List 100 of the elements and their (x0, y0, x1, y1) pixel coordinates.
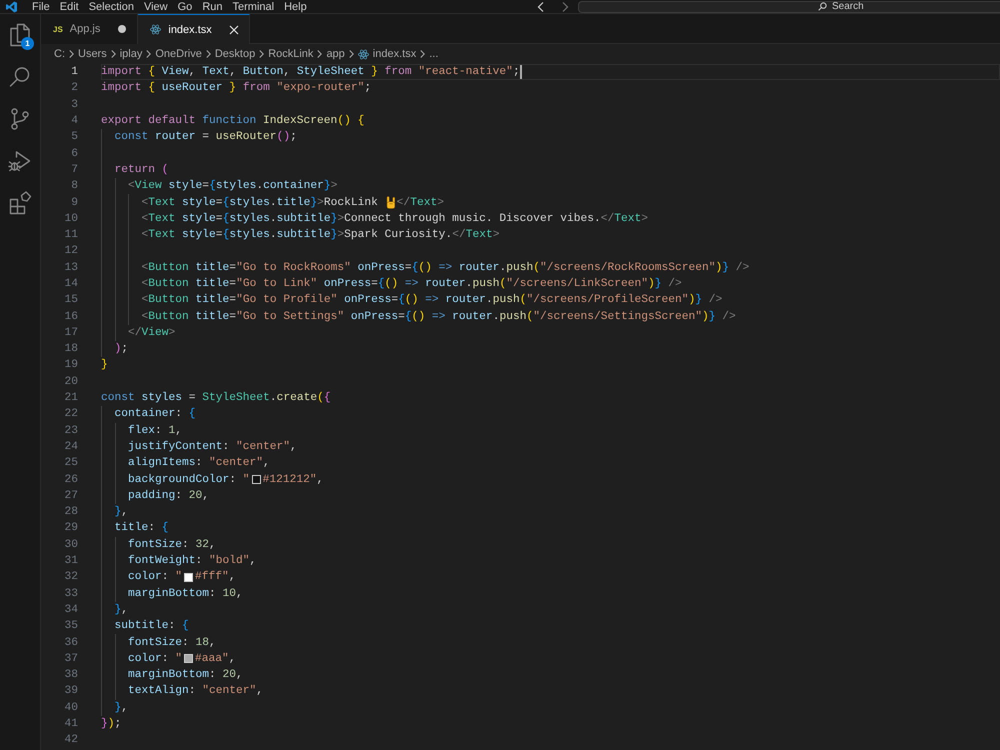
code-text: title: { (114, 522, 169, 534)
line-number: 8 (71, 180, 78, 192)
code-text: #fff", (195, 571, 236, 584)
menu-item[interactable]: View (138, 0, 173, 12)
code-text: <Text style={styles.title}>RockLink (142, 196, 379, 209)
code-text: </Text> (396, 196, 444, 209)
code-text: alignItems: "center", (128, 457, 270, 470)
code-text: }); (101, 718, 122, 730)
line-number: 36 (64, 636, 78, 649)
line-number: 19 (64, 359, 78, 372)
code-text: </View> (128, 326, 176, 339)
code-text: subtitle: { (114, 620, 189, 632)
breadcrumb-item[interactable]: index.tsx (358, 48, 416, 60)
close-icon[interactable] (228, 24, 239, 34)
code-text: fontWeight: "bold", (128, 555, 256, 568)
line-number: 6 (71, 148, 78, 160)
chevron-left-icon[interactable] (537, 2, 544, 12)
code-text: marginBottom: 10, (128, 588, 243, 600)
code-text: <Button title="Go to Link" onPress={() => router.push("/screens/LinkScreen")} /> (142, 278, 682, 290)
line-number: 7 (71, 164, 78, 176)
code-text: marginBottom: 20, (128, 669, 243, 682)
chevron-right-icon (69, 50, 74, 58)
search-icon[interactable] (8, 65, 32, 89)
atom-icon (358, 48, 369, 60)
chevron-right-icon (259, 50, 264, 58)
code-text: #121212", (262, 474, 324, 486)
code-text: <Button title="Go to Settings" onPress={() => router.push("/screens/SettingsScreen")} /> (142, 310, 736, 323)
breadcrumb-item[interactable]: Desktop (214, 48, 256, 60)
line-number: 22 (64, 408, 78, 420)
atom-icon (150, 24, 162, 35)
code-text: }, (114, 506, 128, 518)
code-text: color: " (128, 571, 182, 584)
line-number: 38 (64, 669, 78, 682)
code-text: <Button title="Go to RockRooms" onPress={() => router.push("/screens/RockRoomsScreen")} /> (142, 262, 750, 274)
line-number: 3 (71, 98, 78, 111)
code-text: container: { (114, 408, 196, 420)
line-number: 14 (64, 278, 78, 290)
text-cursor (520, 65, 522, 80)
line-number: 11 (64, 229, 78, 242)
breadcrumb-item[interactable]: Users (78, 48, 107, 60)
hand-icon (386, 196, 396, 210)
line-number: 30 (64, 538, 78, 551)
code-text: }, (114, 702, 128, 714)
chevron-right-icon (110, 50, 116, 58)
line-number: 39 (64, 685, 78, 698)
breadcrumb-item[interactable]: C: (54, 48, 65, 60)
chevron-right-icon[interactable] (562, 2, 569, 12)
line-number: 34 (64, 604, 78, 616)
breadcrumb-item[interactable]: OneDrive (155, 48, 202, 60)
line-number: 33 (64, 588, 78, 600)
code-text: } (101, 359, 108, 372)
code-text: color: " (128, 652, 182, 665)
line-number: 27 (64, 490, 78, 502)
line-number: 13 (64, 262, 78, 274)
line-number: 9 (71, 196, 78, 209)
code-text: backgroundColor: " (128, 474, 250, 486)
code-text: const styles = StyleSheet.create({ (101, 392, 331, 404)
line-number: 41 (64, 718, 78, 730)
notification-count: 1 (21, 37, 34, 50)
logo-icon[interactable] (5, 0, 18, 12)
line-number: 28 (64, 506, 78, 518)
menu-item[interactable]: File (27, 0, 55, 12)
line-number: 17 (64, 326, 78, 339)
chevron-right-icon (317, 50, 322, 58)
line-number: 25 (64, 457, 78, 470)
code-text: import { View, Text, Button, StyleSheet } from "react-native"; (101, 66, 520, 78)
menu-item[interactable]: Selection (84, 0, 139, 12)
menu-item[interactable]: Edit (54, 0, 84, 12)
file-tab[interactable]: JS App.js (41, 14, 138, 44)
menu-item[interactable]: Help (279, 0, 312, 12)
search-field[interactable]: Search (578, 0, 1000, 12)
file-type-label: JS (53, 24, 63, 34)
code-text: import { useRouter } from "expo-router"; (101, 82, 372, 94)
menu-item[interactable]: Terminal (228, 0, 280, 12)
code-text: const router = useRouter(); (114, 131, 297, 144)
line-number: 37 (64, 652, 78, 665)
breadcrumb-item[interactable]: app (326, 48, 345, 60)
line-number: 2 (71, 82, 78, 94)
breadcrumb-item[interactable]: iplay (120, 48, 142, 60)
code-text: <View style={styles.container}> (128, 180, 338, 192)
line-number: 24 (64, 440, 78, 453)
breadcrumb-item[interactable]: RockLink (268, 48, 314, 60)
code-text: <Button title="Go to Profile" onPress={() => router.push("/screens/ProfileScreen")} /> (142, 294, 722, 306)
line-number: 4 (71, 115, 78, 128)
code-text: <Text style={styles.subtitle}>Connect through music. Discover vibes.</Text> (142, 212, 648, 225)
file-tab[interactable]: index.tsx (138, 14, 250, 44)
search-icon (818, 2, 827, 11)
blocks-icon[interactable] (8, 191, 32, 215)
menu-item[interactable]: Go (172, 0, 198, 12)
line-number: 31 (64, 555, 78, 568)
play-bug-icon[interactable] (8, 149, 32, 173)
breadcrumb-item[interactable]: ... (429, 48, 438, 60)
code-text: }, (114, 604, 128, 616)
code-text: ); (114, 343, 128, 356)
code-text: textAlign: "center", (128, 685, 264, 698)
code-text: export default function IndexScreen() { (101, 115, 364, 128)
menu-item[interactable]: Run (197, 0, 228, 12)
code-text: justifyContent: "center", (128, 440, 297, 453)
chevron-right-icon (146, 50, 152, 58)
files-icon[interactable] (8, 23, 32, 47)
